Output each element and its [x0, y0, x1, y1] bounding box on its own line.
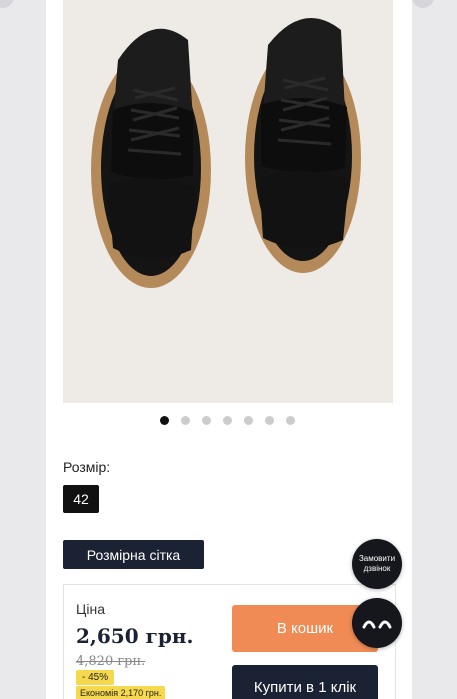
size-label: Розмір:	[63, 459, 111, 475]
gallery-dot-4[interactable]	[223, 416, 232, 425]
gallery-dot-6[interactable]	[265, 416, 274, 425]
chat-button[interactable]	[352, 598, 402, 648]
saving-badge: Економія 2,170 грн.	[76, 686, 166, 699]
callback-label-line2: дзвінок	[363, 564, 391, 573]
size-option-42[interactable]: 42	[63, 485, 99, 513]
old-price: 4,820 грн.	[76, 654, 146, 669]
gallery-dot-3[interactable]	[202, 416, 211, 425]
top-edge-circle-left	[0, 0, 14, 8]
gallery-dot-7[interactable]	[286, 416, 295, 425]
callback-request-button[interactable]: Замовити дзвінок	[352, 539, 402, 589]
sneakers-image	[63, 0, 393, 403]
price-label: Ціна	[76, 601, 105, 617]
product-photo[interactable]	[63, 0, 393, 403]
callback-label-line1: Замовити	[358, 554, 396, 563]
current-price: 2,650 грн.	[76, 624, 194, 648]
top-edge-circle-right	[412, 0, 434, 8]
gallery-dot-2[interactable]	[181, 416, 190, 425]
size-chart-button[interactable]: Розмірна сітка	[63, 540, 204, 569]
buy-one-click-button[interactable]: Купити в 1 клік	[232, 665, 378, 699]
product-card: Розмір: 42 Розмірна сітка Ціна 2,650 грн…	[46, 0, 412, 699]
gallery-dot-1[interactable]	[160, 416, 169, 425]
gallery-dot-5[interactable]	[244, 416, 253, 425]
gallery-pagination	[46, 414, 412, 428]
chat-eyes-icon	[362, 620, 392, 629]
discount-badge: - 45%	[76, 670, 115, 685]
